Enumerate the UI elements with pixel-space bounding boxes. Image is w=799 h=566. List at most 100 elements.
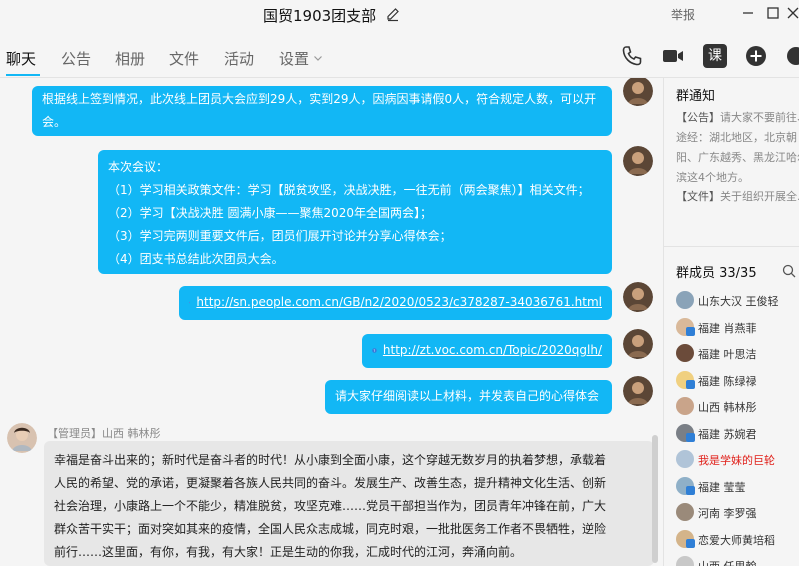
message-bubble[interactable]: 本次会议： （1）学习相关政策文件：学习【脱贫攻坚，决战决胜，一往无前（两会聚焦… (98, 150, 612, 274)
sender-label: 【管理员】山西 韩林彤 (47, 425, 161, 441)
message-link[interactable]: http://zt.voc.com.cn/Topic/2020qglh/ (383, 339, 602, 362)
tab-activity[interactable]: 活动 (224, 48, 254, 69)
edit-icon[interactable] (385, 6, 401, 22)
message-text: 请大家仔细阅读以上材料，并发表自己的心得体会 (335, 389, 600, 403)
notice-announcement[interactable]: 【公告】请大家不要前往、途经：湖北地区，北京朝阳、广东越秀、黑龙江哈尔滨这4个地… (676, 108, 799, 188)
tab-bar: 聊天 公告 相册 文件 活动 设置 (0, 38, 600, 78)
maximize-icon[interactable] (766, 6, 780, 20)
member-name: 我是学妹的巨轮 (698, 454, 775, 467)
tab-chat[interactable]: 聊天 (6, 48, 36, 69)
device-badge-icon (686, 538, 695, 548)
member-name: 山西 任思翰 (698, 558, 757, 566)
message-text: 社会治理，小康路上一个不能少，精准脱贫，攻坚克难……党员干部担当作为，团员青年冲… (54, 499, 607, 513)
minimize-icon[interactable] (741, 6, 755, 20)
members-title: 群成员 33/35 (676, 266, 757, 281)
window-title: 国贸1903团支部 (263, 7, 377, 25)
avatar[interactable] (623, 78, 653, 106)
avatar (676, 450, 694, 468)
svg-text:?: ? (374, 349, 376, 353)
avatar[interactable] (623, 282, 653, 312)
member-item[interactable]: 福建 苏婉君 (676, 423, 799, 443)
message-text: 幸福是奋斗出来的；新时代是奋斗者的时代！从小康到全面小康，这个穿越无数岁月的执着… (54, 453, 607, 467)
message-bubble[interactable]: ? http://sn.people.com.cn/GB/n2/2020/052… (179, 286, 612, 320)
message-text: 前行……这里面，有你，有我，有大家！正是生动的你我，汇成时代的江河，奔涌向前。 (54, 545, 523, 559)
member-item[interactable]: 我是学妹的巨轮 (676, 449, 799, 469)
message-bubble-incoming[interactable]: 幸福是奋斗出来的；新时代是奋斗者的时代！从小康到全面小康，这个穿越无数岁月的执着… (44, 441, 654, 566)
member-name: 福建 叶思洁 (698, 348, 757, 361)
avatar (676, 503, 694, 521)
tab-settings[interactable]: 设置 (279, 48, 323, 69)
device-badge-icon (686, 432, 695, 442)
member-name: 恋爱大师黄培稻 (698, 533, 775, 547)
title-bar: 国贸1903团支部 举报 (0, 0, 799, 30)
avatar (676, 291, 694, 309)
chat-area[interactable]: 根据线上签到情况，此次线上团员大会应到29人，实到29人，因病因事请假0人，符合… (0, 78, 663, 566)
active-tab-indicator (6, 74, 40, 76)
avatar (676, 344, 694, 362)
avatar (676, 397, 694, 415)
member-name: 山东大汉 王俊轻 (698, 295, 779, 308)
member-item[interactable]: 河南 李罗强 (676, 502, 799, 522)
tab-settings-label: 设置 (279, 50, 310, 68)
message-text: 群众苦干实干；面对突如其来的疫情，全国人民众志成城，同克时艰，一批批医务工作者不… (54, 522, 607, 536)
search-icon[interactable] (782, 264, 796, 278)
member-name: 福建 苏婉君 (698, 427, 757, 441)
notice-file[interactable]: 【文件】关于组织开展全... (676, 188, 799, 204)
message-bubble[interactable]: 根据线上签到情况，此次线上团员大会应到29人，实到29人，因病因事请假0人，符合… (32, 86, 612, 136)
more-icon[interactable] (784, 44, 799, 68)
add-icon[interactable] (744, 44, 768, 68)
file-tag: 【文件】 (676, 190, 720, 203)
device-badge-icon (686, 485, 695, 495)
avatar[interactable] (7, 423, 37, 453)
link-line: ? http://sn.people.com.cn/GB/n2/2020/052… (189, 291, 602, 314)
avatar (676, 556, 694, 566)
tab-album[interactable]: 相册 (115, 48, 145, 69)
message-text: 会。 (42, 115, 67, 129)
report-button[interactable]: 举报 (671, 6, 695, 23)
member-item[interactable]: 福建 莹莹 (676, 476, 799, 496)
message-text: （2）学习【决战决胜 圆满小康——聚焦2020年全国两会】； (108, 206, 432, 220)
chat-scrollbar[interactable] (652, 435, 658, 563)
sender-role: 【管理员】 (47, 427, 102, 440)
member-name: 河南 李罗强 (698, 507, 757, 520)
tab-announcement[interactable]: 公告 (61, 48, 91, 69)
message-bubble[interactable]: 请大家仔细阅读以上材料，并发表自己的心得体会 (325, 380, 612, 414)
notice-tag: 【公告】 (676, 111, 720, 124)
notice-title[interactable]: 群通知 (676, 85, 715, 104)
tab-files[interactable]: 文件 (169, 48, 199, 69)
member-item[interactable]: 山西 任思翰 (676, 555, 799, 566)
member-item[interactable]: 山东大汉 王俊轻 (676, 290, 799, 310)
group-side-panel: 群通知 【公告】请大家不要前往、途经：湖北地区，北京朝阳、广东越秀、黑龙江哈尔滨… (664, 78, 799, 566)
avatar[interactable] (623, 329, 653, 359)
member-name: 福建 陈绿禄 (698, 374, 757, 388)
message-text: 根据线上签到情况，此次线上团员大会应到29人，实到29人，因病因事请假0人，符合… (42, 92, 597, 106)
chevron-down-icon (314, 56, 322, 61)
message-text: 本次会议： (108, 160, 169, 174)
member-item[interactable]: 恋爱大师黄培稻 (676, 529, 799, 549)
question-link-icon: ? (372, 348, 377, 353)
message-text: 人民的希望、党的承诺，更凝聚着各族人民共同的奋斗。发展生产、改善生态，提升精神文… (54, 476, 607, 490)
message-text: （3）学习完两则重要文件后，团员们展开讨论并分享心得体会； (108, 229, 452, 243)
video-icon[interactable] (661, 44, 685, 68)
course-icon[interactable]: 课 (703, 44, 727, 68)
message-text: （1）学习相关政策文件：学习【脱贫攻坚，决战决胜，一往无前（两会聚焦）】相关文件… (108, 183, 590, 197)
member-item[interactable]: 福建 肖燕菲 (676, 317, 799, 337)
member-item[interactable]: 福建 陈绿禄 (676, 370, 799, 390)
phone-icon[interactable] (620, 44, 644, 68)
sender-name[interactable]: 山西 韩林彤 (102, 427, 161, 440)
member-name: 福建 莹莹 (698, 480, 746, 494)
question-link-icon: ? (189, 301, 190, 304)
member-name: 福建 肖燕菲 (698, 321, 757, 335)
device-badge-icon (686, 379, 695, 389)
link-line: ? http://zt.voc.com.cn/Topic/2020qglh/ (372, 339, 602, 362)
member-item[interactable]: 福建 叶思洁 (676, 343, 799, 363)
panel-section-divider (664, 246, 799, 247)
avatar[interactable] (623, 146, 653, 176)
close-icon[interactable] (786, 6, 799, 20)
device-badge-icon (686, 326, 695, 336)
avatar[interactable] (623, 376, 653, 406)
message-text: （4）团支书总结此次团员大会。 (108, 252, 284, 266)
member-item[interactable]: 山西 韩林彤 (676, 396, 799, 416)
message-bubble[interactable]: ? http://zt.voc.com.cn/Topic/2020qglh/ (362, 334, 612, 368)
message-link[interactable]: http://sn.people.com.cn/GB/n2/2020/0523/… (196, 291, 602, 314)
